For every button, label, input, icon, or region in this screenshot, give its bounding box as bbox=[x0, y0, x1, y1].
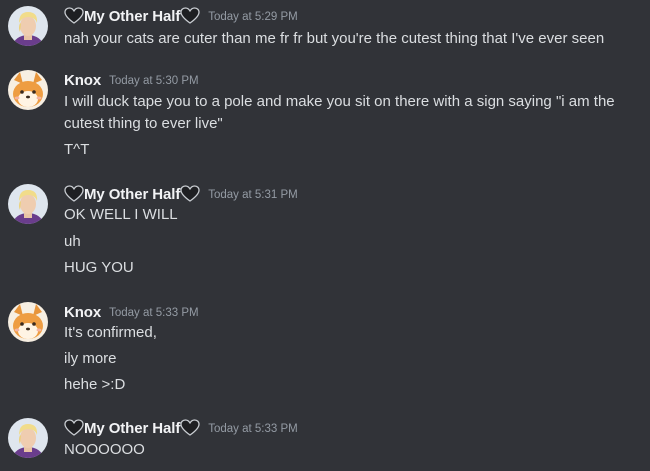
message-text: HUG YOU bbox=[64, 259, 134, 276]
username[interactable]: Knox bbox=[64, 72, 101, 89]
message-header: My Other Half Today at 5:33 PM bbox=[64, 418, 298, 438]
shiba-dog-avatar bbox=[8, 302, 48, 342]
heart-outline-icon bbox=[64, 185, 84, 203]
message-text: T^T bbox=[64, 141, 90, 158]
message-text: NOOOOOO bbox=[64, 441, 145, 458]
message-header: My Other Half Today at 5:29 PM bbox=[64, 6, 298, 26]
heart-outline-icon bbox=[64, 419, 84, 437]
avatar[interactable] bbox=[8, 6, 48, 46]
username[interactable]: My Other Half bbox=[84, 8, 180, 25]
username[interactable]: Knox bbox=[64, 304, 101, 321]
message-group: Knox Today at 5:30 PM I will duck tape y… bbox=[0, 70, 650, 162]
timestamp[interactable]: Today at 5:31 PM bbox=[208, 189, 298, 201]
blonde-person-avatar bbox=[8, 184, 48, 224]
chat-message-list: My Other Half Today at 5:29 PM nah your … bbox=[0, 0, 650, 471]
message-text: ily more bbox=[64, 350, 117, 367]
username[interactable]: My Other Half bbox=[84, 420, 180, 437]
shiba-dog-avatar bbox=[8, 70, 48, 110]
heart-outline-icon bbox=[180, 419, 200, 437]
avatar[interactable] bbox=[8, 70, 48, 110]
message-group: My Other Half Today at 5:29 PM nah your … bbox=[0, 6, 650, 50]
avatar[interactable] bbox=[8, 184, 48, 224]
message-group: My Other Half Today at 5:33 PM NOOOOOO bbox=[0, 418, 650, 466]
message-text: hehe >:D bbox=[64, 376, 126, 393]
heart-outline-icon bbox=[180, 185, 200, 203]
message-header: Knox Today at 5:33 PM bbox=[64, 302, 199, 322]
message-header: My Other Half Today at 5:31 PM bbox=[64, 184, 298, 204]
timestamp[interactable]: Today at 5:33 PM bbox=[208, 423, 298, 435]
message-text: uh bbox=[64, 233, 81, 250]
message-group: My Other Half Today at 5:31 PM OK WELL I… bbox=[0, 184, 650, 280]
message-header: Knox Today at 5:30 PM bbox=[64, 70, 199, 90]
heart-outline-icon bbox=[180, 7, 200, 25]
message-text: It's confirmed, bbox=[64, 324, 157, 341]
message-text: I will duck tape you to a pole and make … bbox=[64, 93, 615, 132]
heart-outline-icon bbox=[64, 7, 84, 25]
blonde-person-avatar bbox=[8, 6, 48, 46]
message-text: nah your cats are cuter than me fr fr bu… bbox=[64, 30, 605, 47]
message-group: Knox Today at 5:33 PM It's confirmed, il… bbox=[0, 302, 650, 398]
username[interactable]: My Other Half bbox=[84, 186, 180, 203]
avatar[interactable] bbox=[8, 302, 48, 342]
avatar[interactable] bbox=[8, 418, 48, 458]
timestamp[interactable]: Today at 5:29 PM bbox=[208, 11, 298, 23]
blonde-person-avatar bbox=[8, 418, 48, 458]
timestamp[interactable]: Today at 5:30 PM bbox=[109, 75, 199, 87]
message-text: OK WELL I WILL bbox=[64, 206, 178, 223]
timestamp[interactable]: Today at 5:33 PM bbox=[109, 307, 199, 319]
